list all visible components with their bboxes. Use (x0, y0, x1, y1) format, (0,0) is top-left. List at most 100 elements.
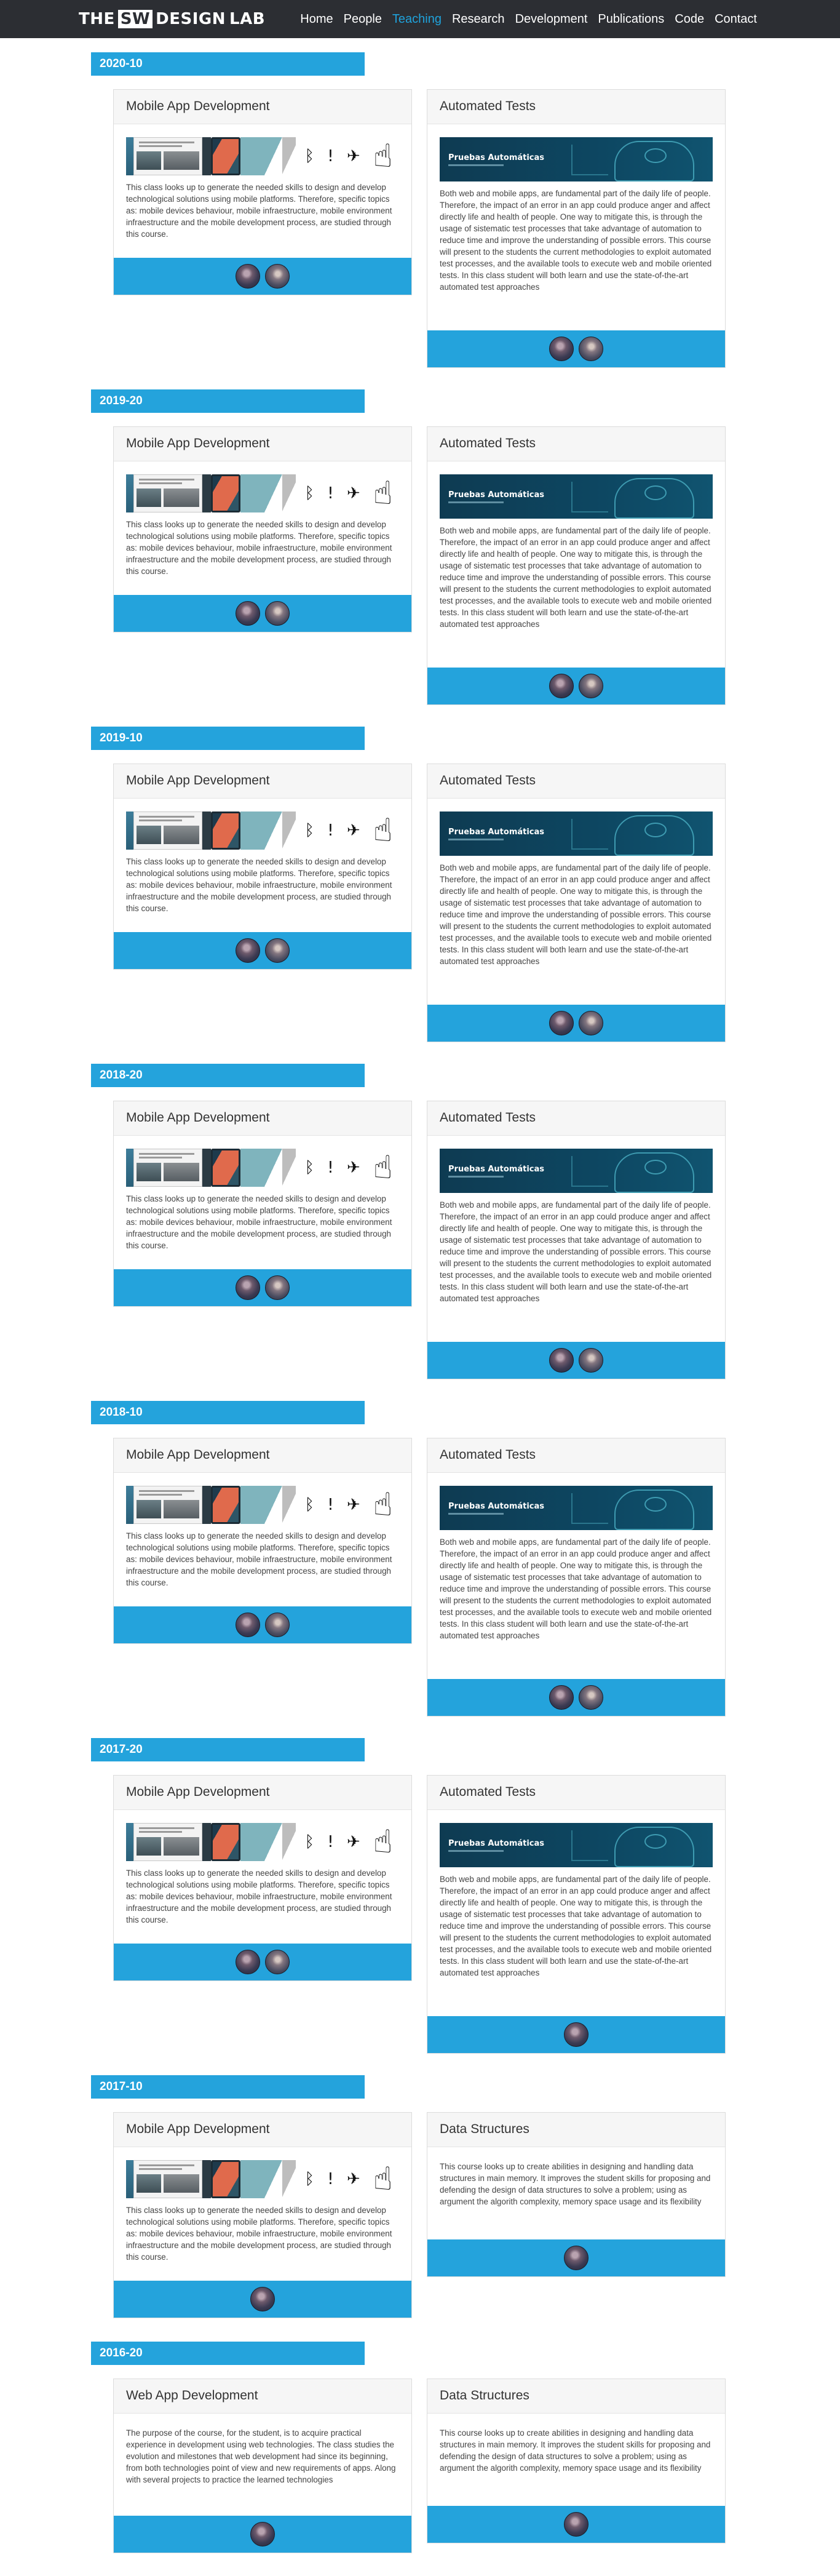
course-description: This class looks up to generate the need… (126, 1531, 392, 1587)
avatar[interactable] (564, 2246, 588, 2270)
banner-title: Pruebas Automáticas (448, 1502, 545, 1511)
course-title[interactable]: Mobile App Development (114, 427, 411, 461)
avatar[interactable] (549, 1685, 574, 1710)
course-title[interactable]: Mobile App Development (114, 1776, 411, 1810)
avatar[interactable] (250, 2522, 275, 2546)
navbar: THE SW DESIGN LAB Home People Teaching R… (0, 0, 840, 38)
touch-icon: ☝ (373, 138, 393, 175)
course-title[interactable]: Automated Tests (427, 1101, 725, 1136)
course-description: This class looks up to generate the need… (126, 1868, 392, 1924)
course-title[interactable]: Web App Development (114, 2379, 411, 2414)
avatar[interactable] (549, 337, 574, 361)
course-title[interactable]: Mobile App Development (114, 764, 411, 799)
airplane-icon: ✈ (346, 1496, 360, 1514)
avatar[interactable] (549, 1011, 574, 1035)
course-title[interactable]: Automated Tests (427, 1438, 725, 1473)
tests-course-banner: Pruebas Automáticas (440, 137, 713, 181)
avatar[interactable] (564, 2022, 588, 2047)
bluetooth-icon: ᛒ (304, 2170, 315, 2188)
course-description: Both web and mobile apps, are fundamenta… (440, 526, 712, 629)
avatar[interactable] (549, 1348, 574, 1373)
course-title[interactable]: Mobile App Development (114, 2113, 411, 2147)
course-title[interactable]: Data Structures (427, 2113, 725, 2147)
course-title[interactable]: Automated Tests (427, 427, 725, 461)
avatar[interactable] (236, 264, 260, 289)
course-description: This class looks up to generate the need… (126, 520, 392, 576)
avatar[interactable] (549, 674, 574, 698)
avatar[interactable] (265, 1613, 290, 1637)
course-title[interactable]: Mobile App Development (114, 1438, 411, 1473)
course-title[interactable]: Data Structures (427, 2379, 725, 2414)
touch-icon: ☝ (373, 1149, 393, 1186)
banner-title: Pruebas Automáticas (448, 827, 545, 837)
avatar[interactable] (579, 1685, 603, 1710)
airplane-icon: ✈ (346, 1158, 360, 1177)
avatar[interactable] (265, 1275, 290, 1300)
bluetooth-icon: ᛒ (304, 484, 315, 503)
airplane-icon: ✈ (346, 147, 360, 165)
avatar[interactable] (579, 337, 603, 361)
instructors-bar (114, 1606, 411, 1643)
brand-lab: LAB (229, 10, 266, 28)
instructors-bar (427, 2506, 725, 2543)
course-card-mobile-app: Mobile App Development ᛒ! ✈ ☝ This class l… (113, 764, 412, 970)
avatar[interactable] (564, 2512, 588, 2537)
mobile-course-banner: ᛒ! ✈ ☝ (126, 1823, 399, 1861)
airplane-icon: ✈ (346, 821, 360, 840)
warning-icon: ! (327, 1496, 334, 1514)
avatar[interactable] (579, 674, 603, 698)
avatar[interactable] (236, 601, 260, 626)
nav-contact[interactable]: Contact (715, 11, 757, 27)
semester-header: 2019-10 (91, 727, 365, 750)
banner-title: Pruebas Automáticas (448, 1839, 545, 1848)
course-card-automated-tests: Automated Tests Pruebas Automáticas Both… (427, 1775, 726, 2054)
bluetooth-icon: ᛒ (304, 147, 315, 165)
course-card-data-structures: Data Structures This course looks up to … (427, 2379, 726, 2543)
warning-icon: ! (327, 1158, 334, 1177)
course-card-mobile-app: Mobile App Development ᛒ! ✈ ☝ This class l… (113, 2112, 412, 2318)
nav-code[interactable]: Code (675, 11, 704, 27)
avatar[interactable] (265, 264, 290, 289)
avatar[interactable] (236, 938, 260, 963)
course-title[interactable]: Mobile App Development (114, 1101, 411, 1136)
avatar[interactable] (236, 1613, 260, 1637)
warning-icon: ! (327, 147, 334, 165)
nav-publications[interactable]: Publications (598, 11, 664, 27)
course-description: This class looks up to generate the need… (126, 1194, 392, 1250)
course-title[interactable]: Automated Tests (427, 764, 725, 799)
avatar[interactable] (579, 1011, 603, 1035)
avatar[interactable] (236, 1950, 260, 1974)
instructors-bar (114, 2281, 411, 2318)
tests-course-banner: Pruebas Automáticas (440, 1149, 713, 1193)
course-card-automated-tests: Automated Tests Pruebas Automáticas Both… (427, 1438, 726, 1717)
nav-home[interactable]: Home (300, 11, 333, 27)
bluetooth-icon: ᛒ (304, 1496, 315, 1514)
course-card-web-app: Web App Development The purpose of the c… (113, 2379, 412, 2553)
semester-header: 2018-20 (91, 1064, 365, 1087)
tests-course-banner: Pruebas Automáticas (440, 1823, 713, 1867)
nav-research[interactable]: Research (452, 11, 505, 27)
avatar[interactable] (265, 938, 290, 963)
mobile-course-banner: ᛒ! ✈ ☝ (126, 811, 399, 850)
course-title[interactable]: Mobile App Development (114, 90, 411, 124)
avatar[interactable] (236, 1275, 260, 1300)
semester-header: 2016-20 (91, 2342, 365, 2365)
brand-logo[interactable]: THE SW DESIGN LAB (79, 9, 265, 30)
banner-title: Pruebas Automáticas (448, 1165, 545, 1174)
avatar[interactable] (265, 601, 290, 626)
nav-teaching[interactable]: Teaching (392, 11, 442, 27)
instructors-bar (427, 1679, 725, 1716)
warning-icon: ! (327, 484, 334, 503)
avatar[interactable] (265, 1950, 290, 1974)
nav-development[interactable]: Development (515, 11, 588, 27)
instructors-bar (114, 595, 411, 632)
course-description: The purpose of the course, for the stude… (126, 2428, 396, 2484)
course-title[interactable]: Automated Tests (427, 1776, 725, 1810)
avatar[interactable] (579, 1348, 603, 1373)
course-title[interactable]: Automated Tests (427, 90, 725, 124)
avatar[interactable] (250, 2287, 275, 2311)
course-description: This course looks up to create abilities… (440, 2428, 711, 2473)
nav-people[interactable]: People (344, 11, 382, 27)
semester-header: 2018-10 (91, 1401, 365, 1424)
instructors-bar (427, 2016, 725, 2053)
